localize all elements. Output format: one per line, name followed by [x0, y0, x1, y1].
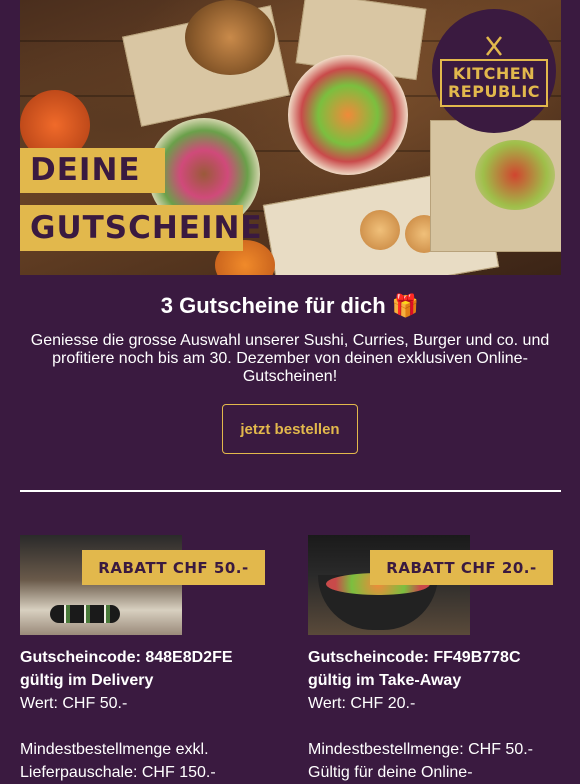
- fork-knife-icon: [486, 36, 502, 56]
- voucher-details: Gutscheincode: 848E8D2FE gültig im Deliv…: [20, 646, 280, 784]
- kitchen-republic-logo[interactable]: KITCHEN REPUBLIC: [432, 9, 556, 133]
- voucher-code[interactable]: Gutscheincode: 848E8D2FE: [20, 646, 280, 669]
- voucher-code[interactable]: Gutscheincode: FF49B778C: [308, 646, 568, 669]
- voucher-minimum-line2: Gültig für deine Online-: [308, 764, 473, 781]
- logo-line2: REPUBLIC: [447, 82, 541, 101]
- page-title: 3 Gutscheine für dich 🎁: [160, 293, 420, 318]
- voucher-validity: gültig im Take-Away: [308, 672, 462, 689]
- logo-wordmark: KITCHEN REPUBLIC: [439, 59, 549, 107]
- logo-line1: KITCHEN: [452, 64, 536, 83]
- voucher-minimum-line1: Mindestbestellmenge exkl.: [20, 741, 209, 758]
- hero-label-line1: DEINE: [20, 148, 165, 193]
- hero-label-line2: GUTSCHEINE: [20, 205, 262, 251]
- hero-image: DEINE GUTSCHEINE KITCHEN REPUBLIC: [20, 0, 561, 275]
- intro-text: Geniesse die grosse Auswahl unserer Sush…: [30, 332, 550, 385]
- divider: [20, 490, 561, 492]
- voucher-value: Wert: CHF 20.-: [308, 695, 416, 712]
- order-now-button[interactable]: jetzt bestellen: [222, 404, 358, 454]
- voucher-value: Wert: CHF 50.-: [20, 695, 128, 712]
- discount-badge: RABATT CHF 20.-: [370, 550, 553, 585]
- poke-bowl-image: [288, 55, 408, 175]
- voucher-minimum-line1: Mindestbestellmenge: CHF 50.-: [308, 741, 533, 758]
- voucher-minimum-line2: Lieferpauschale: CHF 150.-: [20, 764, 216, 781]
- burger-image: [185, 0, 275, 75]
- discount-badge: RABATT CHF 50.-: [82, 550, 265, 585]
- voucher-details: Gutscheincode: FF49B778C gültig im Take-…: [308, 646, 568, 784]
- voucher-validity: gültig im Delivery: [20, 672, 154, 689]
